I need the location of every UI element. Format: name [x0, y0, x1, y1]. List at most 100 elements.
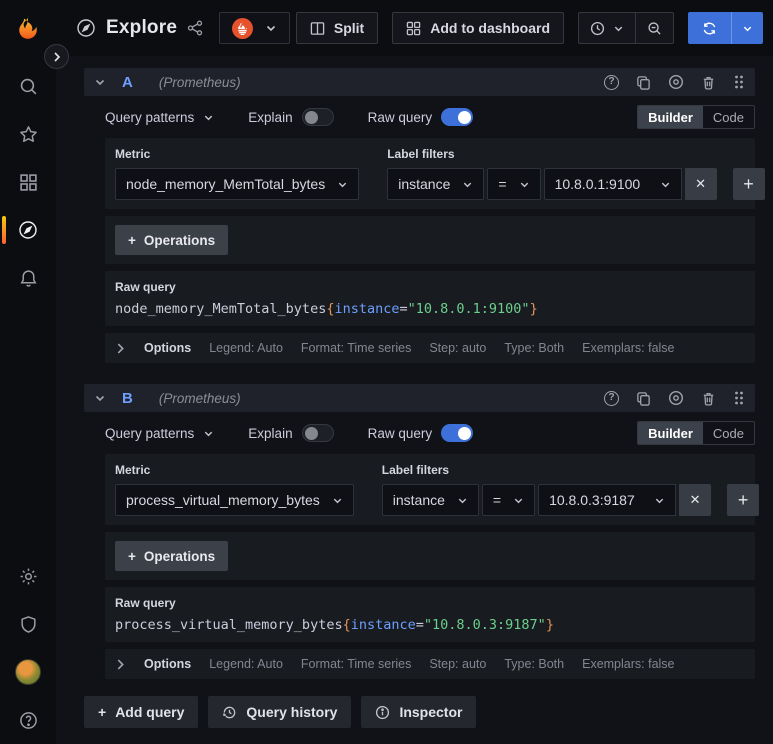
label-operator-select[interactable]: =	[481, 484, 536, 516]
trash-icon	[703, 76, 714, 90]
builder-mode-button[interactable]: Builder	[638, 422, 703, 444]
explain-toggle[interactable]	[301, 108, 334, 126]
duplicate-query-button[interactable]	[636, 75, 651, 90]
add-label-filter-button[interactable]: +	[727, 484, 760, 516]
query-history-label: Query history	[246, 704, 338, 720]
drag-handle[interactable]	[733, 390, 745, 406]
duplicate-query-button[interactable]	[636, 391, 651, 406]
raw-query-toggle[interactable]	[441, 108, 474, 126]
query-editor-body-a: Query patterns Explain Raw query Builder…	[105, 101, 765, 363]
code-mode-button[interactable]: Code	[703, 422, 754, 444]
chevron-down-icon	[514, 498, 523, 503]
promql-value: "10.8.0.1:9100"	[407, 301, 530, 317]
query-header-a[interactable]: A (Prometheus) ?	[84, 68, 755, 96]
query-history-button[interactable]: Query history	[208, 696, 352, 728]
label-name-select[interactable]: instance	[387, 168, 485, 200]
grafana-logo[interactable]	[0, 15, 56, 41]
disable-query-button[interactable]	[668, 74, 684, 90]
collapse-chevron-icon[interactable]	[94, 76, 106, 88]
editor-mode-group: Builder Code	[637, 105, 755, 129]
query-help-button[interactable]: ?	[604, 390, 619, 406]
options-row-b[interactable]: Options Legend: Auto Format: Time series…	[105, 649, 755, 679]
time-picker-button[interactable]	[579, 13, 635, 43]
refresh-button[interactable]	[688, 12, 731, 44]
grafana-flame-icon	[19, 16, 37, 39]
options-format: Format: Time series	[300, 657, 412, 671]
add-operation-button[interactable]: + Operations	[115, 541, 229, 571]
collapse-chevron-icon[interactable]	[94, 392, 106, 404]
operations-panel-b: + Operations	[105, 532, 755, 580]
builder-mode-button[interactable]: Builder	[638, 106, 703, 128]
promql-eq: =	[399, 301, 408, 317]
label-value-select[interactable]: 10.8.0.3:9187	[538, 484, 677, 516]
datasource-picker[interactable]	[219, 12, 291, 44]
promql-eq: =	[415, 617, 424, 633]
chevron-right-icon	[117, 343, 124, 353]
label-value-select[interactable]: 10.8.0.1:9100	[543, 168, 682, 200]
query-patterns-dropdown[interactable]: Query patterns	[105, 110, 214, 125]
sidebar-item-alerting[interactable]	[0, 254, 56, 302]
copy-icon	[637, 75, 650, 90]
chevron-down-icon	[464, 182, 472, 187]
refresh-interval-dropdown[interactable]	[731, 12, 763, 44]
options-row-a[interactable]: Options Legend: Auto Format: Time series…	[105, 333, 755, 363]
zoom-out-button[interactable]	[635, 13, 673, 43]
query-patterns-label: Query patterns	[105, 109, 195, 125]
inspector-button[interactable]: Inspector	[361, 696, 477, 728]
explain-label: Explain	[248, 425, 293, 441]
bell-icon	[19, 269, 37, 287]
dashboards-grid-icon	[19, 173, 37, 191]
chevron-down-icon	[520, 182, 528, 187]
grip-dots-icon	[735, 75, 743, 89]
split-button[interactable]: Split	[295, 12, 379, 44]
history-icon	[223, 706, 236, 718]
query-patterns-dropdown[interactable]: Query patterns	[105, 426, 214, 441]
drag-handle[interactable]	[733, 74, 745, 90]
remove-query-button[interactable]	[701, 75, 716, 90]
options-exemplars: Exemplars: false	[582, 657, 675, 671]
options-step: Step: auto	[429, 657, 487, 671]
raw-query-toggle[interactable]	[441, 424, 474, 442]
add-query-button[interactable]: + Add query	[84, 696, 199, 728]
sidebar-item-help[interactable]	[0, 696, 56, 744]
sidebar-item-explore[interactable]	[0, 206, 56, 254]
chevron-down-icon	[655, 498, 664, 503]
label-operator-select[interactable]: =	[487, 168, 541, 200]
sidebar-item-starred[interactable]	[0, 110, 56, 158]
code-mode-button[interactable]: Code	[703, 106, 754, 128]
copy-icon	[637, 391, 650, 406]
options-legend: Legend: Auto	[209, 341, 283, 355]
explain-label: Explain	[248, 109, 293, 125]
raw-query-title: Raw query	[115, 280, 176, 294]
remove-label-filter-button[interactable]: ✕	[679, 484, 712, 516]
sidebar-item-dashboards[interactable]	[0, 158, 56, 206]
remove-label-filter-button[interactable]: ✕	[684, 168, 717, 200]
sidebar-item-server-admin[interactable]	[0, 600, 56, 648]
label-value-value: 10.8.0.1:9100	[554, 176, 641, 192]
query-help-button[interactable]: ?	[604, 74, 619, 90]
remove-query-button[interactable]	[701, 391, 716, 406]
add-label-filter-button[interactable]: +	[732, 168, 765, 200]
add-operation-button[interactable]: + Operations	[115, 225, 229, 255]
label-name-select[interactable]: instance	[381, 484, 479, 516]
add-to-dashboard-label: Add to dashboard	[430, 20, 550, 36]
question-icon: ?	[604, 74, 619, 90]
sidebar-item-profile[interactable]	[0, 648, 56, 696]
metric-select[interactable]: process_virtual_memory_bytes	[115, 484, 354, 516]
sidebar-item-search[interactable]	[0, 62, 56, 110]
query-editor-body-b: Query patterns Explain Raw query Builder…	[105, 417, 760, 679]
explore-actions: + Add query Query history Inspector	[84, 696, 755, 728]
disable-query-button[interactable]	[668, 390, 684, 406]
sidebar-expand-button[interactable]	[44, 44, 69, 69]
user-avatar	[15, 659, 41, 685]
chevron-right-icon	[53, 51, 60, 62]
share-icon[interactable]	[187, 20, 203, 36]
explain-toggle[interactable]	[301, 424, 334, 442]
query-header-b[interactable]: B (Prometheus) ?	[84, 384, 755, 412]
page-title: Explore	[106, 17, 178, 38]
datasource-hint: (Prometheus)	[158, 74, 241, 90]
chevron-right-icon	[117, 659, 124, 669]
add-to-dashboard-button[interactable]: Add to dashboard	[392, 12, 564, 44]
sidebar-item-configuration[interactable]	[0, 552, 56, 600]
metric-select[interactable]: node_memory_MemTotal_bytes	[115, 168, 360, 200]
